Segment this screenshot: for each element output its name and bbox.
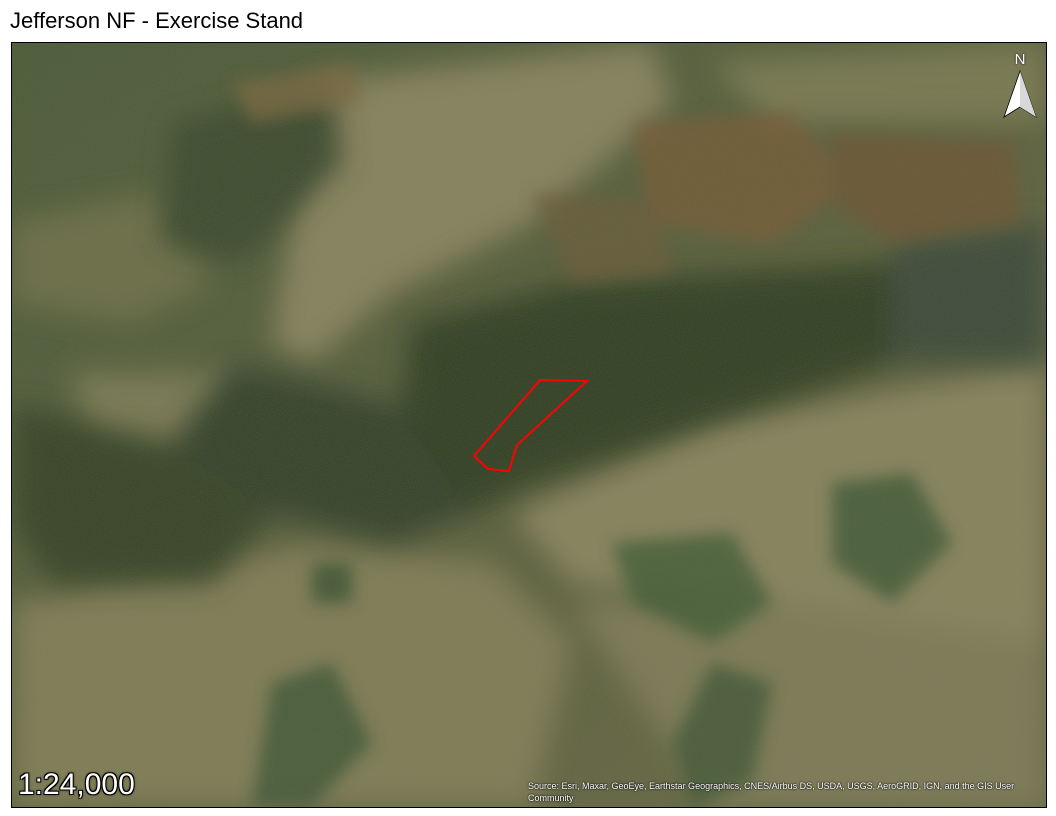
satellite-imagery — [12, 43, 1046, 807]
scale-label: 1:24,000 — [18, 768, 135, 801]
map-frame[interactable]: N 1:24,000 Source: Esri, Maxar, GeoEye, … — [11, 42, 1047, 808]
north-label: N — [1014, 51, 1026, 68]
map-title: Jefferson NF - Exercise Stand — [10, 8, 304, 33]
map-page: Jefferson NF - Exercise Stand N 1:24,000… — [0, 0, 1056, 816]
north-arrow-icon — [1003, 69, 1037, 118]
attribution-text: Source: Esri, Maxar, GeoEye, Earthstar G… — [528, 781, 1015, 803]
north-arrow: N — [1000, 51, 1040, 131]
